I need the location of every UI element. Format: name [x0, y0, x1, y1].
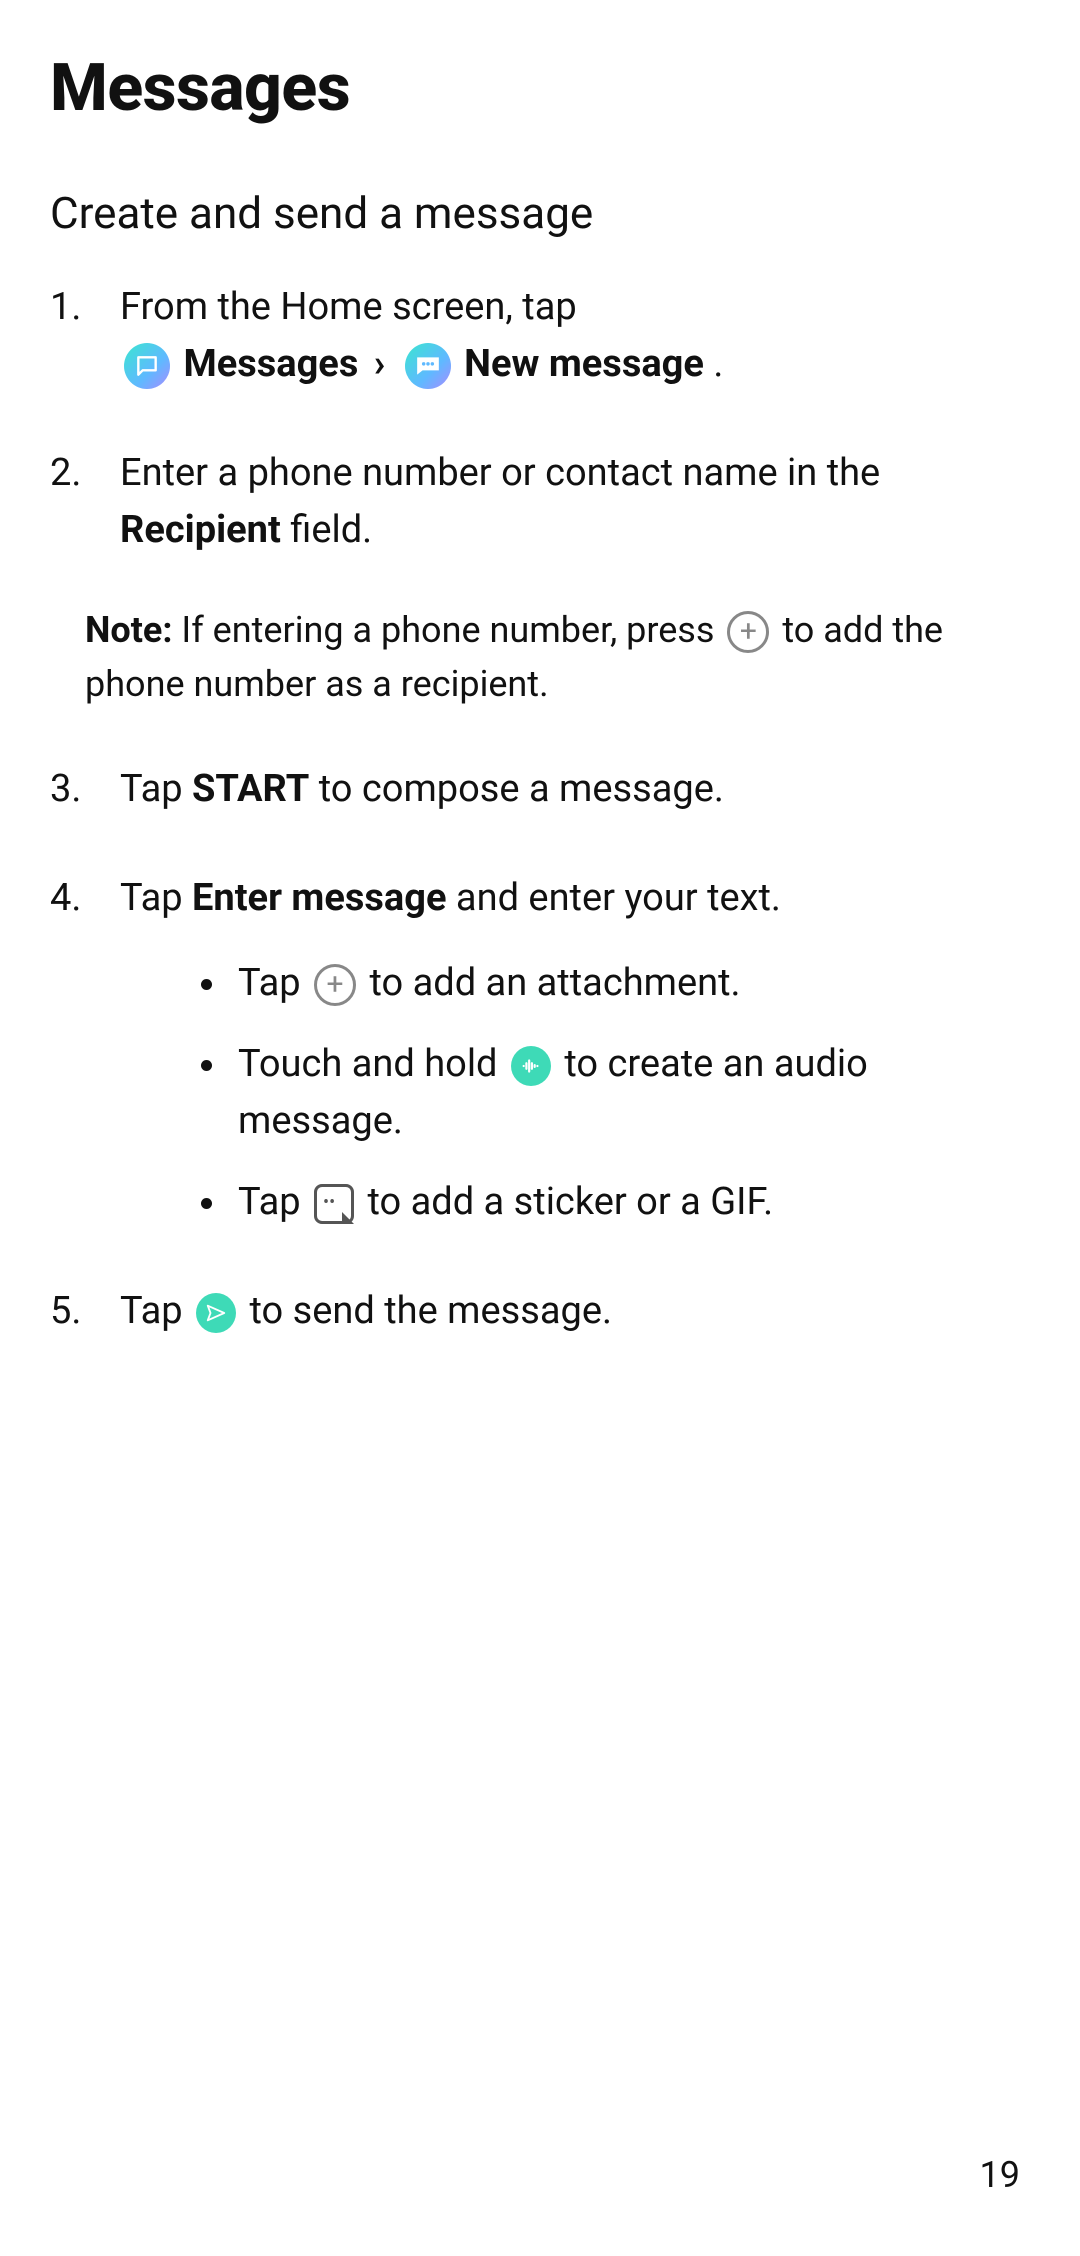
document-page: Messages Create and send a message From … — [0, 0, 1080, 2256]
new-message-icon — [405, 343, 451, 389]
sub-a-post: to add an attachment. — [360, 961, 741, 1005]
messages-app-icon — [124, 343, 170, 389]
step-3: Tap START to compose a message. — [50, 761, 1030, 818]
step-2: Enter a phone number or contact name in … — [50, 445, 1030, 559]
step-2-pre: Enter a phone number or contact name in … — [120, 451, 880, 495]
instruction-list: From the Home screen, tap Messages › New… — [50, 279, 1030, 559]
chevron-right-icon: › — [374, 336, 386, 393]
step-4-pre: Tap — [120, 876, 192, 920]
plus-outline-icon: + — [727, 611, 769, 653]
step-5-pre: Tap — [120, 1289, 192, 1333]
add-attachment-icon: + — [314, 964, 356, 1006]
enter-message-bold: Enter message — [192, 876, 446, 920]
step-1: From the Home screen, tap Messages › New… — [50, 279, 1030, 393]
sub-bullet-list: Tap + to add an attachment. Touch and ho… — [120, 955, 1030, 1231]
section-heading: Create and send a message — [50, 187, 1030, 239]
sub-a-pre: Tap — [238, 961, 310, 1005]
sub-item-audio: Touch and hold to create an audio messag… — [230, 1036, 1030, 1150]
sub-c-pre: Tap — [238, 1180, 310, 1224]
step-2-post: field. — [281, 508, 372, 552]
note-pre: If entering a phone number, press — [173, 609, 724, 651]
new-message-label: New message — [464, 342, 704, 386]
step-1-period: . — [713, 342, 723, 386]
step-5: Tap to send the message. — [50, 1283, 1030, 1340]
start-bold: START — [192, 767, 309, 811]
instruction-list-cont: Tap START to compose a message. Tap Ente… — [50, 761, 1030, 1340]
step-1-lead: From the Home screen, tap — [120, 285, 577, 329]
sub-b-pre: Touch and hold — [238, 1042, 507, 1086]
note-label: Note: — [85, 609, 173, 651]
audio-waveform-icon — [511, 1046, 551, 1086]
step-4: Tap Enter message and enter your text. T… — [50, 870, 1030, 1231]
step-4-post: and enter your text. — [446, 876, 780, 920]
sub-c-post: to add a sticker or a GIF. — [358, 1180, 773, 1224]
step-3-pre: Tap — [120, 767, 192, 811]
step-3-post: to compose a message. — [309, 767, 724, 811]
messages-label: Messages — [183, 342, 358, 386]
recipient-bold: Recipient — [120, 508, 281, 552]
sub-item-sticker: Tap •• to add a sticker or a GIF. — [230, 1174, 1030, 1231]
sticker-gif-icon: •• — [314, 1184, 354, 1224]
page-number: 19 — [980, 2154, 1020, 2196]
send-icon — [196, 1293, 236, 1333]
sub-item-attachment: Tap + to add an attachment. — [230, 955, 1030, 1012]
note-block: Note: If entering a phone number, press … — [50, 603, 1030, 711]
page-title: Messages — [50, 50, 1030, 127]
step-5-post: to send the message. — [240, 1289, 612, 1333]
